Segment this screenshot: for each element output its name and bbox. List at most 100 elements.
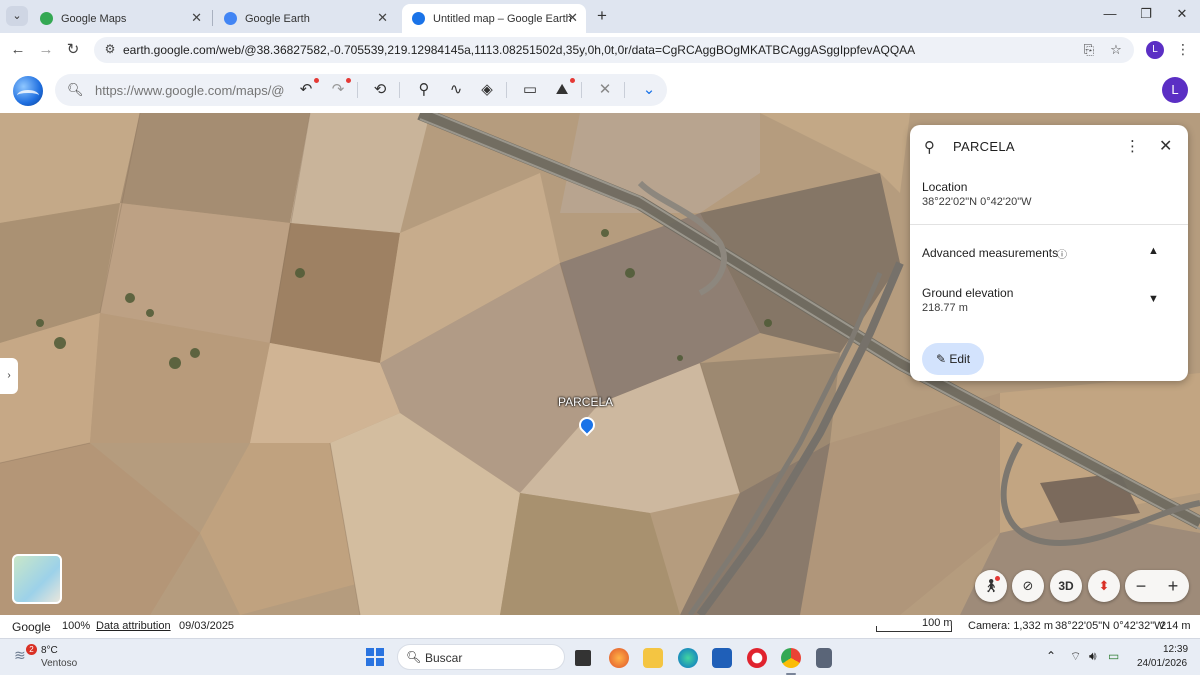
windows-start-icon[interactable]: [366, 648, 384, 666]
search-input[interactable]: [95, 80, 285, 100]
close-icon[interactable]: ✕: [1159, 136, 1172, 156]
toolbar-divider: [581, 82, 582, 98]
reload-icon[interactable]: ↻: [63, 40, 83, 60]
chrome-icon[interactable]: [781, 648, 801, 675]
zoom-in-icon[interactable]: +: [1157, 570, 1189, 602]
advanced-measurements-toggle[interactable]: Advanced measurements: [922, 246, 1058, 260]
toolbar-divider: [506, 82, 507, 98]
close-window-button[interactable]: ✕: [1172, 6, 1192, 22]
panel-title: PARCELA: [953, 139, 1015, 154]
battery-icon[interactable]: ▭: [1108, 649, 1119, 663]
wifi-icon[interactable]: ⌔: [1070, 649, 1081, 664]
task-view-icon[interactable]: [575, 650, 591, 666]
edge-icon[interactable]: [678, 648, 698, 668]
tab-title: Untitled map – Google Earth: [433, 12, 572, 25]
tab-divider: [212, 10, 213, 26]
data-attribution-link[interactable]: Data attribution: [96, 620, 171, 632]
toggle-3d-button[interactable]: 3D: [1050, 570, 1082, 602]
calculator-icon[interactable]: [816, 648, 832, 668]
close-tab-icon[interactable]: ✕: [377, 10, 388, 26]
earth-search-bar: 🔍︎ ↶ ↷ ⟲ ⚲ ∿ ◈ ▭ ⛰ ✕ ⌄: [55, 74, 667, 106]
browser-tab-bar: ⌄ Google Maps ✕ Google Earth ✕ Untitled …: [0, 0, 1200, 33]
edit-button[interactable]: ✎ Edit: [922, 343, 984, 375]
elevation-icon[interactable]: ⛰: [551, 78, 575, 99]
tab-untitled-map[interactable]: Untitled map – Google Earth ✕: [402, 4, 586, 33]
measure-icon[interactable]: ▭: [519, 81, 541, 99]
address-bar-row: ← → ↻ ⚙ earth.google.com/web/@38.3682758…: [0, 33, 1200, 67]
more-options-icon[interactable]: ⋮: [1125, 137, 1140, 155]
weather-description[interactable]: Ventoso: [41, 658, 77, 669]
settings-tools-icon[interactable]: ✕: [594, 81, 616, 99]
chevron-down-icon[interactable]: ▼: [1148, 293, 1159, 305]
cursor-coordinates: 38°22'05"N 0°42'32"W: [1055, 620, 1165, 632]
layers-icon[interactable]: ◈: [476, 81, 498, 99]
clock-time[interactable]: 12:39: [1163, 644, 1188, 655]
browser-menu-icon[interactable]: ⋮: [1176, 41, 1190, 58]
volume-icon[interactable]: 🔊︎: [1089, 649, 1097, 664]
zoom-controls: − +: [1125, 570, 1189, 602]
back-arrow-icon[interactable]: ←: [8, 40, 28, 60]
google-brand: Google: [12, 620, 51, 634]
pegman-icon[interactable]: 🚶︎: [975, 570, 1007, 602]
imagery-date: 09/03/2025: [179, 620, 235, 632]
file-explorer-icon[interactable]: [643, 648, 663, 668]
undo-icon[interactable]: ↶: [295, 78, 319, 99]
ground-elevation-label: Ground elevation: [922, 286, 1014, 300]
show-hidden-icons-icon[interactable]: ⌃: [1046, 649, 1056, 663]
omnibox[interactable]: ⚙ earth.google.com/web/@38.36827582,-0.7…: [94, 37, 1134, 63]
earth-user-avatar[interactable]: L: [1162, 77, 1188, 103]
clock-date[interactable]: 24/01/2026: [1137, 658, 1187, 669]
browser-profile-avatar[interactable]: L: [1146, 41, 1164, 59]
search-icon[interactable]: 🔍︎: [67, 82, 84, 98]
compass-icon[interactable]: ⬍: [1088, 570, 1120, 602]
map-status-bar: Google 100% Data attribution 09/03/2025 …: [0, 615, 1200, 638]
google-maps-favicon-icon: [40, 12, 53, 25]
tab-google-maps[interactable]: Google Maps ✕: [30, 4, 210, 33]
cursor-altitude: 214 m: [1160, 620, 1191, 632]
forward-arrow-icon[interactable]: →: [36, 40, 56, 60]
location-value: 38°22'02"N 0°42'20"W: [922, 196, 1032, 208]
history-icon[interactable]: ⟲: [369, 81, 391, 99]
ground-elevation-value: 218.77 m: [922, 302, 968, 314]
earth-toolbar: 🔍︎ ↶ ↷ ⟲ ⚲ ∿ ◈ ▭ ⛰ ✕ ⌄ L: [0, 67, 1200, 113]
chevron-up-icon[interactable]: ▲: [1148, 245, 1159, 257]
close-tab-icon[interactable]: ✕: [567, 10, 578, 26]
location-label: Location: [922, 180, 968, 194]
taskbar-search[interactable]: 🔍︎ Buscar: [397, 644, 565, 670]
taskbar-search-label: Buscar: [425, 651, 463, 665]
search-icon: 🔍︎: [406, 650, 422, 664]
zoom-level: 100%: [62, 620, 91, 632]
opera-icon[interactable]: [747, 648, 767, 668]
disable-rotation-icon[interactable]: ⊘: [1012, 570, 1044, 602]
placemark-label[interactable]: PARCELA: [558, 395, 613, 409]
redo-icon[interactable]: ↷: [327, 78, 351, 99]
toolbar-divider: [357, 82, 358, 98]
bookmark-star-icon[interactable]: ☆: [1107, 42, 1125, 58]
restore-button[interactable]: ❐: [1136, 6, 1156, 22]
zoom-out-icon[interactable]: −: [1125, 570, 1157, 602]
minimize-button[interactable]: —: [1100, 6, 1120, 21]
pencil-icon: ✎: [935, 352, 950, 366]
add-placemark-icon[interactable]: ⚲: [413, 81, 435, 99]
close-tab-icon[interactable]: ✕: [191, 10, 202, 26]
expand-sidebar-button[interactable]: ›: [0, 358, 18, 394]
scale-bar[interactable]: [876, 626, 952, 632]
minimap-thumbnail[interactable]: [12, 554, 62, 604]
install-app-icon[interactable]: ⎘: [1080, 42, 1098, 58]
google-earth-favicon-icon: [224, 12, 237, 25]
edit-label: Edit: [949, 352, 971, 366]
tab-google-earth[interactable]: Google Earth ✕: [214, 4, 396, 33]
draw-path-icon[interactable]: ∿: [445, 81, 467, 99]
google-earth-logo-icon[interactable]: [13, 76, 43, 106]
chevron-down-icon[interactable]: ⌄: [638, 81, 660, 99]
tab-title: Google Maps: [61, 12, 127, 25]
url-text[interactable]: earth.google.com/web/@38.36827582,-0.705…: [123, 43, 915, 57]
microsoft-store-icon[interactable]: [712, 648, 732, 668]
weather-temperature[interactable]: 8°C: [41, 645, 58, 656]
site-settings-icon[interactable]: ⚙: [102, 42, 118, 58]
info-icon[interactable]: ⓘ: [1057, 246, 1067, 261]
location-pin-icon: ⚲: [924, 139, 935, 156]
tab-search-button[interactable]: ⌄: [6, 6, 28, 26]
new-tab-button[interactable]: +: [592, 6, 612, 26]
firefox-icon[interactable]: [609, 648, 629, 668]
